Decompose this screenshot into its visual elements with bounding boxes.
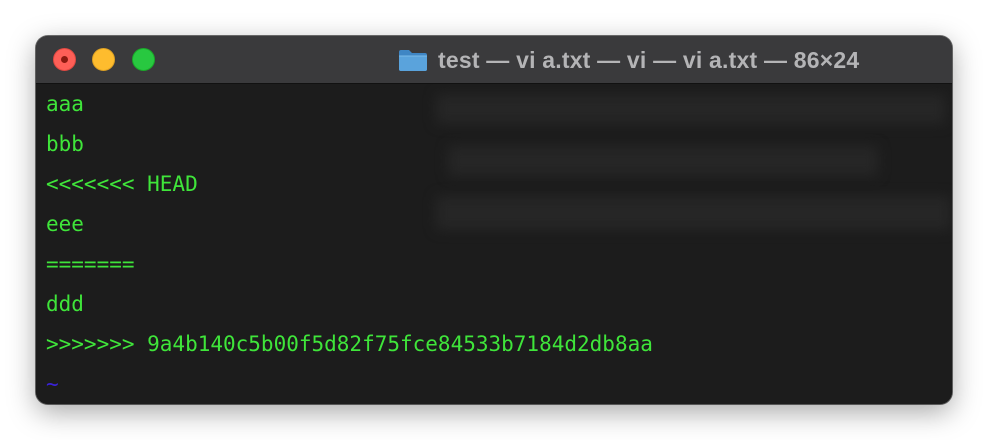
buffer-line: bbb bbox=[46, 132, 84, 156]
folder-icon bbox=[399, 50, 427, 71]
title-bar[interactable]: test — vi a.txt — vi — vi a.txt — 86×24 bbox=[36, 36, 952, 84]
conflict-separator: ======= bbox=[46, 252, 135, 276]
buffer-line: eee bbox=[46, 212, 84, 236]
empty-line-marker: ~ bbox=[46, 372, 59, 396]
terminal-content[interactable]: aaa bbb <<<<<<< HEAD eee ======= ddd >>>… bbox=[36, 84, 952, 404]
screen: test — vi a.txt — vi — vi a.txt — 86×24 … bbox=[0, 0, 988, 440]
window-title: test — vi a.txt — vi — vi a.txt — 86×24 bbox=[438, 46, 860, 73]
conflict-marker-incoming: >>>>>>> 9a4b140c5b00f5d82f75fce84533b718… bbox=[46, 332, 653, 356]
conflict-marker-head: <<<<<<< HEAD bbox=[46, 172, 198, 196]
window-title-group: test — vi a.txt — vi — vi a.txt — 86×24 bbox=[398, 45, 859, 75]
buffer-line: ddd bbox=[46, 292, 84, 316]
editor-buffer: aaa bbb <<<<<<< HEAD eee ======= ddd >>>… bbox=[46, 84, 653, 404]
close-button[interactable] bbox=[53, 48, 76, 71]
zoom-button[interactable] bbox=[132, 48, 155, 71]
buffer-line: aaa bbox=[46, 92, 84, 116]
minimize-button[interactable] bbox=[92, 48, 115, 71]
close-icon bbox=[61, 56, 68, 63]
terminal-window: test — vi a.txt — vi — vi a.txt — 86×24 … bbox=[36, 36, 952, 404]
